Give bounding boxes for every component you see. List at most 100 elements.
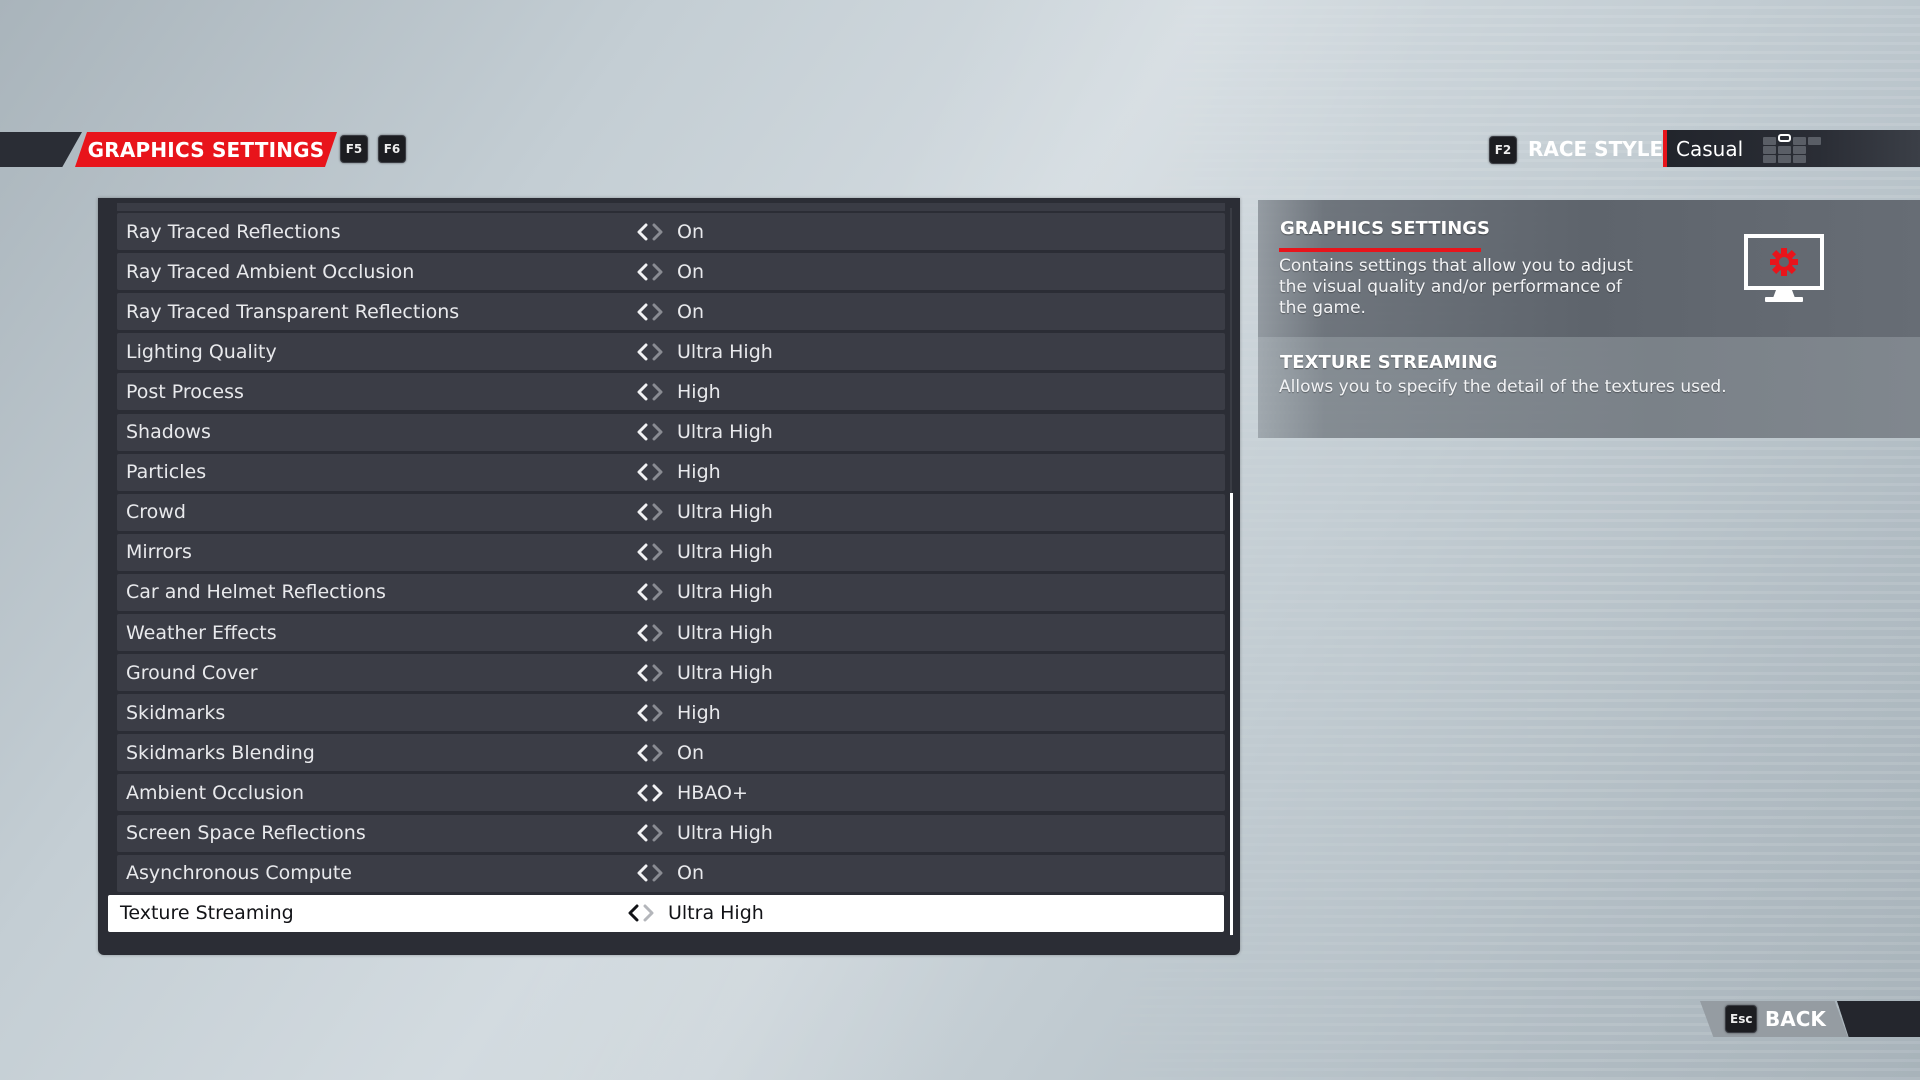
chevron-left-icon[interactable] bbox=[635, 704, 649, 722]
chevron-right-icon[interactable] bbox=[651, 503, 665, 521]
value-selector-arrows bbox=[635, 574, 665, 611]
chevron-left-icon[interactable] bbox=[635, 824, 649, 842]
chevron-left-icon[interactable] bbox=[635, 784, 649, 802]
chevron-right-icon[interactable] bbox=[651, 223, 665, 241]
value-selector-arrows bbox=[635, 734, 665, 771]
value-selector-arrows bbox=[635, 253, 665, 290]
info-item-panel: TEXTURE STREAMING Allows you to specify … bbox=[1258, 337, 1920, 438]
settings-row[interactable]: Ground Cover Ultra High bbox=[117, 654, 1225, 692]
scrollbar-thumb[interactable] bbox=[1230, 493, 1233, 935]
settings-row[interactable]: Crowd Ultra High bbox=[117, 493, 1225, 531]
setting-label: Ray Traced Ambient Occlusion bbox=[126, 260, 415, 283]
settings-row[interactable]: Particles High bbox=[117, 453, 1225, 491]
value-selector-arrows bbox=[626, 895, 656, 932]
chevron-left-icon[interactable] bbox=[635, 463, 649, 481]
setting-value: On bbox=[677, 862, 704, 885]
chevron-right-icon[interactable] bbox=[651, 744, 665, 762]
settings-row[interactable]: Post Process High bbox=[117, 373, 1225, 411]
setting-value: On bbox=[677, 300, 704, 323]
settings-row[interactable]: Ray Traced Transparent Reflections On bbox=[117, 293, 1225, 331]
settings-row-selected[interactable]: Texture Streaming Ultra High bbox=[108, 894, 1224, 932]
settings-row[interactable]: Screen Space Reflections Ultra High bbox=[117, 814, 1225, 852]
setting-value: On bbox=[677, 741, 704, 764]
setting-value: Ultra High bbox=[677, 822, 773, 844]
chevron-left-icon[interactable] bbox=[635, 583, 649, 601]
settings-row[interactable]: Weather Effects Ultra High bbox=[117, 614, 1225, 651]
settings-row[interactable]: Lighting Quality Ultra High bbox=[117, 333, 1225, 371]
setting-value: Ultra High bbox=[677, 501, 773, 524]
setting-value: Ultra High bbox=[677, 340, 773, 363]
value-selector-arrows bbox=[635, 534, 665, 571]
chevron-left-icon[interactable] bbox=[635, 864, 649, 882]
value-selector-arrows bbox=[635, 373, 665, 410]
chevron-left-icon[interactable] bbox=[635, 343, 649, 361]
chevron-right-icon[interactable] bbox=[651, 664, 665, 682]
info-title-underline bbox=[1279, 248, 1481, 252]
chevron-left-icon[interactable] bbox=[635, 223, 649, 241]
chevron-right-icon[interactable] bbox=[651, 383, 665, 401]
chevron-left-icon[interactable] bbox=[635, 624, 649, 642]
setting-label: Mirrors bbox=[126, 541, 192, 564]
setting-value: Ultra High bbox=[677, 541, 773, 564]
settings-row[interactable]: Skidmarks Blending On bbox=[117, 734, 1225, 772]
back-button[interactable]: BACK bbox=[1765, 1003, 1826, 1035]
setting-label: Skidmarks bbox=[126, 701, 226, 724]
chevron-left-icon[interactable] bbox=[626, 904, 640, 922]
settings-row[interactable]: Ambient Occlusion HBAO+ bbox=[117, 774, 1225, 812]
setting-value: High bbox=[677, 461, 721, 484]
chevron-right-icon[interactable] bbox=[651, 463, 665, 481]
setting-value: On bbox=[677, 220, 704, 243]
chevron-right-icon[interactable] bbox=[651, 864, 665, 882]
settings-row[interactable]: Ray Traced Ambient Occlusion On bbox=[117, 253, 1225, 291]
chevron-right-icon[interactable] bbox=[651, 824, 665, 842]
settings-row[interactable]: Ray Traced Reflections On bbox=[117, 213, 1225, 250]
chevron-right-icon[interactable] bbox=[642, 904, 656, 922]
chevron-left-icon[interactable] bbox=[635, 423, 649, 441]
value-selector-arrows bbox=[635, 414, 665, 451]
settings-row[interactable]: Skidmarks High bbox=[117, 694, 1225, 732]
info-section-title: GRAPHICS SETTINGS bbox=[1280, 218, 1491, 239]
settings-row[interactable]: Shadows Ultra High bbox=[117, 413, 1225, 451]
setting-label: Lighting Quality bbox=[126, 340, 277, 363]
race-style-value: Casual bbox=[1676, 137, 1744, 161]
setting-value: HBAO+ bbox=[677, 781, 748, 804]
info-item-description: Allows you to specify the detail of the … bbox=[1279, 377, 1727, 397]
next-tab-key-hint[interactable]: F6 bbox=[378, 135, 406, 163]
chevron-right-icon[interactable] bbox=[651, 543, 665, 561]
chevron-right-icon[interactable] bbox=[651, 784, 665, 802]
chevron-left-icon[interactable] bbox=[635, 263, 649, 281]
back-key-hint[interactable]: Esc bbox=[1725, 1005, 1758, 1033]
chevron-right-icon[interactable] bbox=[651, 583, 665, 601]
chevron-left-icon[interactable] bbox=[635, 303, 649, 321]
page-title-banner: GRAPHICS SETTINGS bbox=[75, 132, 337, 167]
value-selector-arrows bbox=[635, 654, 665, 691]
chevron-right-icon[interactable] bbox=[651, 704, 665, 722]
setting-value: Ultra High bbox=[677, 661, 773, 684]
footer-accent-bar bbox=[1837, 1001, 1920, 1037]
prev-tab-key-hint[interactable]: F5 bbox=[340, 135, 368, 163]
chevron-left-icon[interactable] bbox=[635, 503, 649, 521]
setting-value: Ultra High bbox=[677, 581, 773, 604]
chevron-right-icon[interactable] bbox=[651, 343, 665, 361]
setting-value: High bbox=[677, 701, 721, 724]
value-selector-arrows bbox=[635, 855, 665, 892]
setting-label: Ground Cover bbox=[126, 661, 258, 684]
settings-row[interactable]: Car and Helmet Reflections Ultra High bbox=[117, 573, 1225, 611]
monitor-gear-icon bbox=[1744, 234, 1824, 302]
chevron-left-icon[interactable] bbox=[635, 744, 649, 762]
setting-label: Car and Helmet Reflections bbox=[126, 581, 386, 604]
chevron-left-icon[interactable] bbox=[635, 383, 649, 401]
chevron-right-icon[interactable] bbox=[651, 263, 665, 281]
info-section-description: Contains settings that allow you to adju… bbox=[1279, 256, 1633, 318]
chevron-right-icon[interactable] bbox=[651, 624, 665, 642]
chevron-right-icon[interactable] bbox=[651, 423, 665, 441]
settings-row[interactable]: Asynchronous Compute On bbox=[117, 854, 1225, 892]
race-style-key-hint[interactable]: F2 bbox=[1489, 136, 1517, 164]
chevron-left-icon[interactable] bbox=[635, 543, 649, 561]
setting-label: Weather Effects bbox=[126, 621, 277, 644]
race-style-label[interactable]: RACE STYLE bbox=[1528, 134, 1663, 164]
settings-row[interactable]: Mirrors Ultra High bbox=[117, 533, 1225, 571]
setting-value: Ultra High bbox=[677, 421, 773, 443]
chevron-left-icon[interactable] bbox=[635, 664, 649, 682]
chevron-right-icon[interactable] bbox=[651, 303, 665, 321]
